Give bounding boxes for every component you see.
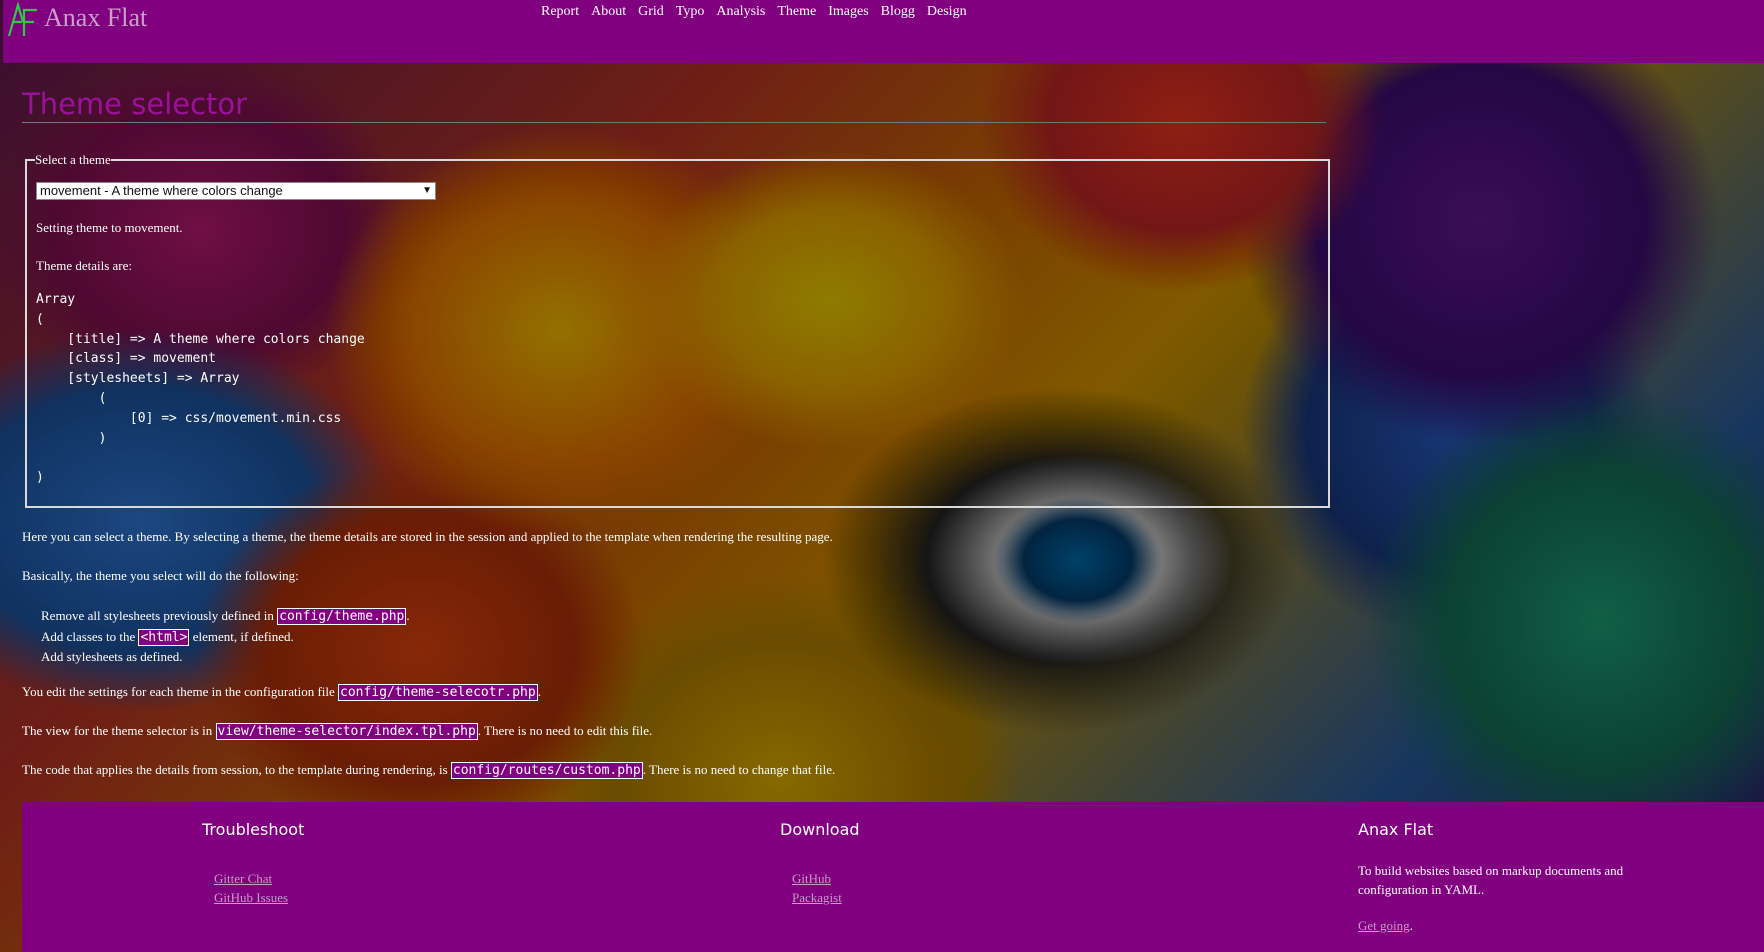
setting-message: Setting theme to movement.: [36, 220, 183, 235]
fieldset-legend: Select a theme: [35, 152, 111, 167]
page-title: Theme selector: [22, 78, 1326, 123]
code-paragraph: The code that applies the details from s…: [22, 762, 836, 779]
link-get-going[interactable]: Get going: [1358, 918, 1410, 933]
link-github-issues[interactable]: GitHub Issues: [214, 888, 304, 907]
code-config-file: config/theme-selecotr.php: [338, 684, 538, 701]
nav-analysis[interactable]: Analysis: [716, 4, 765, 20]
nav-report[interactable]: Report: [541, 4, 579, 20]
menu-icon[interactable]: ⋮: [1758, 10, 1764, 24]
footer-heading: Anax Flat: [1358, 820, 1434, 839]
theme-select-value: movement - A theme where colors change: [40, 183, 283, 198]
details-heading: Theme details are:: [36, 258, 133, 273]
basically-paragraph: Basically, the theme you select will do …: [22, 568, 299, 583]
nav-theme[interactable]: Theme: [777, 4, 816, 20]
nav-design[interactable]: Design: [927, 4, 967, 20]
intro-paragraph: Here you can select a theme. By selectin…: [22, 529, 833, 544]
nav-blogg[interactable]: Blogg: [881, 4, 915, 20]
site-footer: Troubleshoot Gitter Chat GitHub Issues D…: [22, 802, 1764, 952]
main-content: Theme selector Select a theme movement -…: [22, 78, 1330, 508]
code-theme-php: config/theme.php: [277, 608, 407, 625]
nav-images[interactable]: Images: [828, 4, 868, 20]
feature-list: Remove all stylesheets previously define…: [41, 606, 410, 667]
theme-selector-fieldset: Select a theme movement - A theme where …: [25, 152, 1330, 508]
page: Anax Flat Report About Grid Typo Analysi…: [0, 0, 1764, 952]
nav-grid[interactable]: Grid: [638, 4, 664, 20]
link-packagist[interactable]: Packagist: [792, 888, 860, 907]
chevron-down-icon: ▼: [422, 185, 432, 196]
logo-icon[interactable]: [7, 2, 39, 38]
main-navbar: Report About Grid Typo Analysis Theme Im…: [541, 4, 967, 20]
code-routes-file: config/routes/custom.php: [450, 762, 643, 779]
footer-troubleshoot: Troubleshoot Gitter Chat GitHub Issues: [202, 820, 304, 907]
site-header: Anax Flat Report About Grid Typo Analysi…: [3, 0, 1764, 63]
footer-heading: Download: [780, 820, 860, 839]
nav-about[interactable]: About: [591, 4, 626, 20]
link-github[interactable]: GitHub: [792, 869, 860, 888]
code-html-element: <html>: [138, 628, 190, 646]
theme-details-output: Array ( [title] => A theme where colors …: [36, 292, 365, 486]
footer-heading: Troubleshoot: [202, 820, 305, 839]
edit-paragraph: You edit the settings for each theme in …: [22, 684, 541, 701]
site-title[interactable]: Anax Flat: [44, 2, 147, 34]
view-paragraph: The view for the theme selector is in vi…: [22, 723, 653, 740]
footer-about-text: To build websites based on markup docume…: [1358, 863, 1624, 897]
footer-get-going: Get going.: [1358, 918, 1413, 933]
code-view-file: view/theme-selector/index.tpl.php: [215, 723, 478, 740]
list-item: Remove all stylesheets previously define…: [41, 608, 410, 625]
list-item: Add stylesheets as defined.: [41, 649, 183, 664]
footer-about: Anax Flat To build websites based on mar…: [1358, 820, 1658, 935]
link-gitter-chat[interactable]: Gitter Chat: [214, 869, 304, 888]
footer-download: Download GitHub Packagist: [780, 820, 860, 907]
nav-typo[interactable]: Typo: [676, 4, 705, 20]
list-item: Add classes to the <html> element, if de…: [41, 628, 294, 646]
theme-select[interactable]: movement - A theme where colors change ▼: [36, 182, 436, 200]
